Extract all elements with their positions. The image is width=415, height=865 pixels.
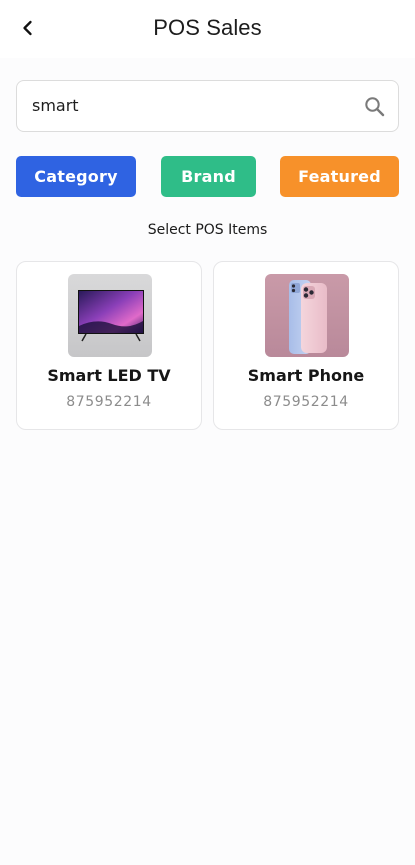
phone-thumbnail [265, 274, 349, 357]
product-code: 875952214 [263, 394, 349, 410]
category-button[interactable]: Category [16, 156, 136, 197]
app-screen: POS Sales Category Brand Featured Select… [0, 0, 415, 865]
product-card-smart-phone[interactable]: Smart Phone 875952214 [213, 261, 399, 430]
search-input[interactable] [32, 81, 352, 130]
search-icon[interactable] [364, 96, 385, 117]
tv-thumbnail [68, 274, 152, 357]
product-card-smart-led-tv[interactable]: Smart LED TV 875952214 [16, 261, 202, 430]
page-title: POS Sales [153, 15, 262, 40]
product-code: 875952214 [66, 394, 152, 410]
brand-button[interactable]: Brand [161, 156, 256, 197]
featured-button[interactable]: Featured [280, 156, 399, 197]
header-bar: POS Sales [0, 0, 415, 58]
section-label: Select POS Items [147, 222, 268, 238]
product-name: Smart LED TV [47, 366, 171, 385]
product-name: Smart Phone [247, 366, 365, 385]
search-bar [16, 80, 399, 132]
